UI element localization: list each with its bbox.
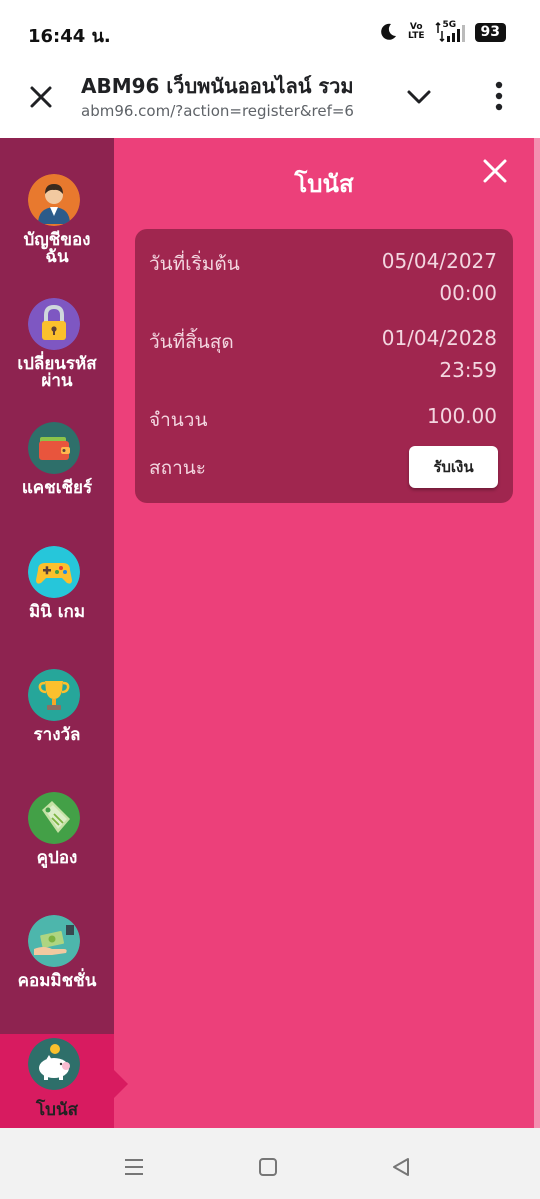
browser-url[interactable]: abm96.com/?action=register&ref=6 xyxy=(81,102,377,120)
sidebar-item-label: มินิ เกม xyxy=(28,602,86,622)
bonus-card: วันที่เริ่มต้น 05/04/2027 00:00 วันที่สิ… xyxy=(135,229,513,503)
end-date-label: วันที่สิ้นสุด xyxy=(149,331,234,353)
sidebar-item-commission[interactable]: คอมมิชชั่น xyxy=(0,915,114,1038)
sidebar-item-bonus[interactable]: โบนัส xyxy=(0,1034,128,1128)
scroll-edge xyxy=(534,138,540,1128)
start-date-value: 05/04/2027 00:00 xyxy=(381,249,497,305)
sidebar-item-cashier[interactable]: แคชเชียร์ xyxy=(0,422,114,545)
claim-bonus-button[interactable]: รับเงิน xyxy=(409,446,498,488)
chevron-down-icon[interactable] xyxy=(404,82,434,112)
wallet-icon xyxy=(28,422,80,474)
sidebar-item-label: บัญชีของ ฉัน xyxy=(23,230,91,267)
sidebar-menu: บัญชีของ ฉัน เปลี่ยนรหัส ผ่าน แคชเชียร์ … xyxy=(0,138,128,1128)
start-date-label: วันที่เริ่มต้น xyxy=(149,253,240,275)
browser-page-title: ABM96 เว็บพนันออนไลน์ รวม xyxy=(81,74,354,98)
sidebar-item-change-password[interactable]: เปลี่ยนรหัส ผ่าน xyxy=(0,298,114,421)
sidebar-item-coupon[interactable]: คูปอง xyxy=(0,792,114,915)
volte-indicator: Vo LTE xyxy=(407,22,425,41)
recent-apps-icon[interactable] xyxy=(121,1154,147,1180)
close-icon[interactable] xyxy=(480,156,510,186)
back-icon[interactable] xyxy=(388,1154,414,1180)
status-icons: Vo LTE 5G 93 xyxy=(378,19,506,45)
padlock-icon xyxy=(28,298,80,350)
sidebar-item-reward[interactable]: รางวัล xyxy=(0,669,114,792)
sidebar-item-label: รางวัล xyxy=(33,725,81,745)
status-bar: 16:44 น. Vo LTE 5G 93 xyxy=(0,0,540,62)
commission-cash-icon xyxy=(28,915,80,967)
signal-icon: 5G xyxy=(434,21,465,43)
trophy-icon xyxy=(28,669,80,721)
sidebar-item-label: เปลี่ยนรหัส ผ่าน xyxy=(17,354,97,391)
status-time: 16:44 น. xyxy=(28,26,111,47)
web-content: บัญชีของ ฉัน เปลี่ยนรหัส ผ่าน แคชเชียร์ … xyxy=(0,138,540,1128)
system-navigation-bar xyxy=(0,1134,540,1199)
moon-icon xyxy=(381,23,396,40)
amount-label: จำนวน xyxy=(149,409,208,431)
coupon-tag-icon xyxy=(28,792,80,844)
sidebar-item-label: คูปอง xyxy=(36,848,78,868)
home-icon[interactable] xyxy=(255,1154,281,1180)
user-account-icon xyxy=(28,174,80,226)
sidebar-item-my-account[interactable]: บัญชีของ ฉัน xyxy=(0,174,114,297)
battery-indicator: 93 xyxy=(474,22,506,42)
gamepad-icon xyxy=(28,546,80,598)
status-label: สถานะ xyxy=(149,457,206,479)
browser-toolbar: ABM96 เว็บพนันออนไลน์ รวม abm96.com/?act… xyxy=(0,62,540,138)
piggy-bank-icon xyxy=(28,1038,80,1090)
sidebar-item-label: คอมมิชชั่น xyxy=(17,971,97,991)
end-date-value: 01/04/2028 23:59 xyxy=(381,326,497,382)
page-title: โบนัส xyxy=(294,170,354,198)
amount-value: 100.00 xyxy=(427,404,497,428)
more-options-icon[interactable] xyxy=(486,78,512,114)
active-indicator xyxy=(114,1070,128,1098)
close-icon[interactable] xyxy=(24,80,58,114)
sidebar-item-mini-game[interactable]: มินิ เกม xyxy=(0,546,114,669)
sidebar-item-label: แคชเชียร์ xyxy=(21,478,93,498)
sidebar-item-label: โบนัส xyxy=(36,1100,78,1120)
